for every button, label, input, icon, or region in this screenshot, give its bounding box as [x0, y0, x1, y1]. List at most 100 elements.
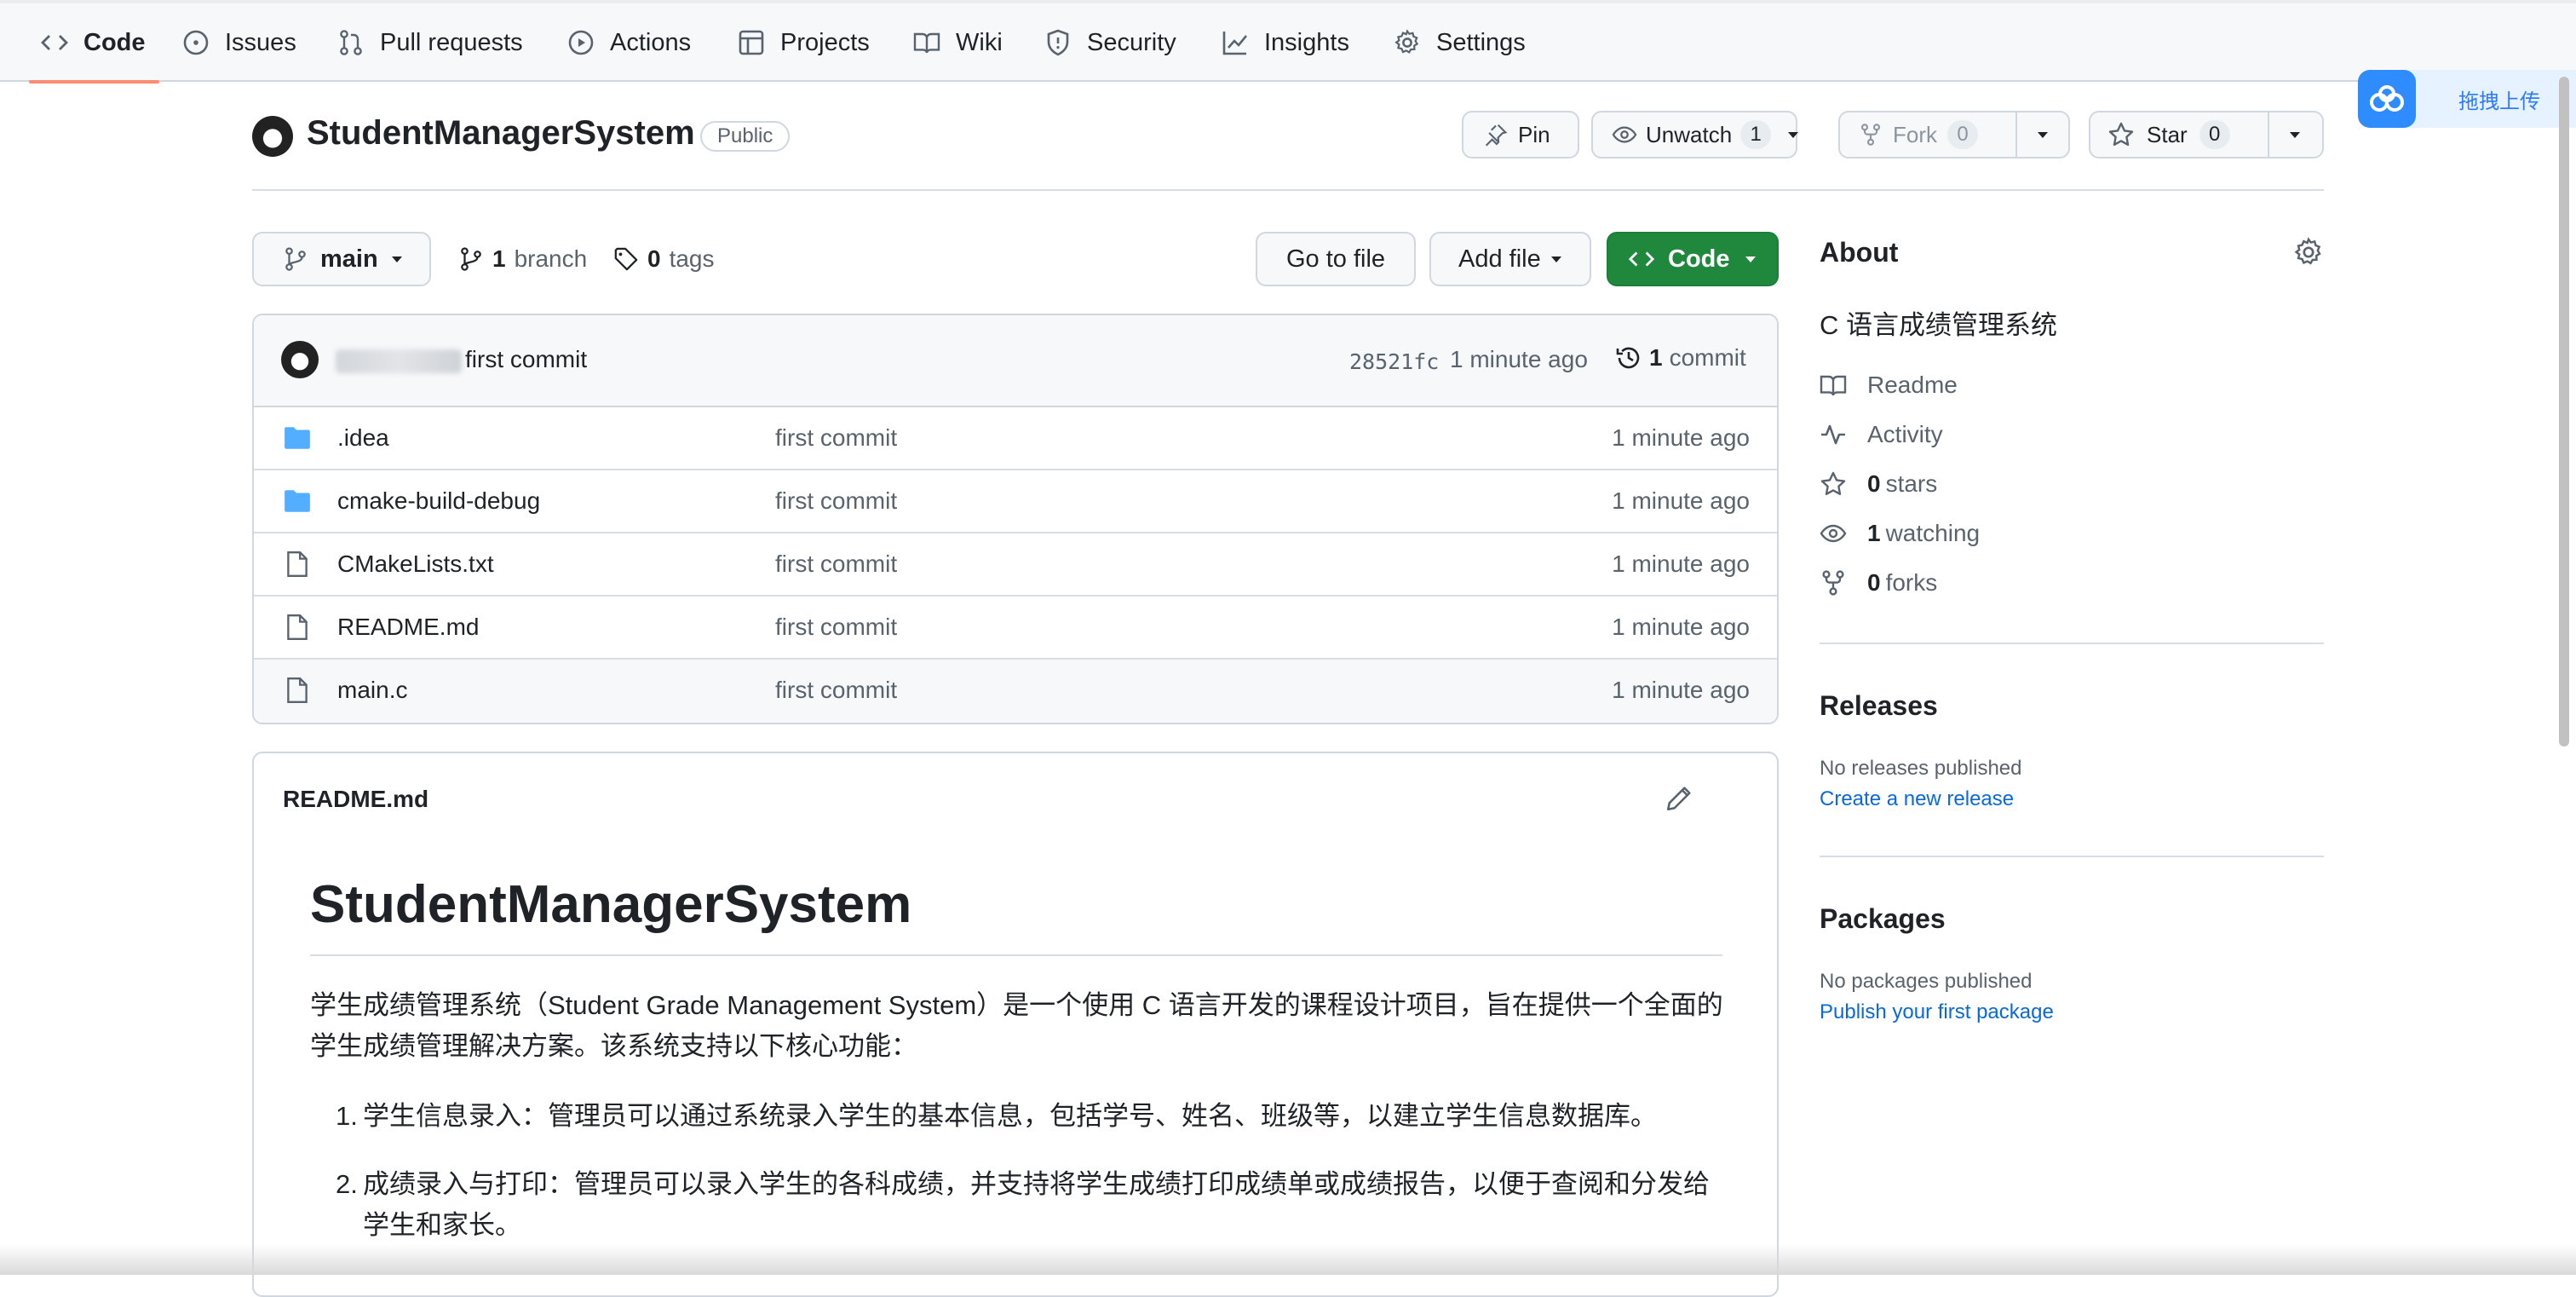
list-text: 成绩录入与打印：管理员可以录入学生的各科成绩，并支持将学生成绩打印成绩单或成绩报… [363, 1169, 1710, 1240]
commit-history-link[interactable]: 1 commit [1615, 344, 1746, 372]
fork-icon [1859, 123, 1883, 147]
go-to-file-button[interactable]: Go to file [1256, 232, 1416, 286]
forks-link[interactable]: 0 forks [1820, 566, 1937, 600]
gear-icon[interactable] [2293, 237, 2324, 268]
tab-insights[interactable]: Insights [1222, 3, 1349, 82]
latest-commit-message[interactable]: first commit [465, 346, 587, 373]
releases-heading[interactable]: Releases [1820, 690, 1938, 722]
fork-button[interactable]: Fork 0 [1840, 112, 2015, 157]
list-text: 学生信息录入：管理员可以通过系统录入学生的基本信息，包括学号、姓名、班级等，以建… [363, 1101, 1657, 1131]
file-time: 1 minute ago [1612, 551, 1750, 577]
file-name[interactable]: README.md [337, 614, 479, 641]
tab-actions[interactable]: Actions [567, 3, 691, 82]
bottom-shadow [0, 1244, 2576, 1275]
add-file-button[interactable]: Add file [1429, 232, 1591, 286]
caret-down-icon [390, 255, 404, 263]
branches-link[interactable]: 1 branch [458, 242, 587, 276]
fork-count: 0 [1947, 120, 1978, 149]
drag-upload-widget[interactable]: 拖拽上传 [2358, 70, 2576, 128]
tab-issues[interactable]: Issues [182, 3, 296, 82]
file-name[interactable]: .idea [337, 424, 389, 452]
stars-link[interactable]: 0 stars [1820, 467, 1937, 501]
repo-name[interactable]: StudentManagerSystem [307, 114, 695, 153]
file-row[interactable]: README.md first commit 1 minute ago [254, 597, 1777, 660]
star-button[interactable]: Star 0 [2090, 112, 2268, 157]
tab-pull-requests[interactable]: Pull requests [337, 3, 523, 82]
readme-link[interactable]: Readme [1820, 368, 1958, 402]
tab-label: Issues [225, 28, 296, 56]
star-count: 0 [2199, 120, 2230, 149]
pin-button[interactable]: Pin [1462, 111, 1579, 159]
readme-title-rule [310, 954, 1722, 956]
create-release-link[interactable]: Create a new release [1820, 787, 2014, 811]
shield-icon [1044, 29, 1072, 56]
file-commit-message[interactable]: first commit [775, 551, 897, 578]
file-row[interactable]: cmake-build-debug first commit 1 minute … [254, 470, 1777, 533]
tab-label: Pull requests [380, 28, 523, 56]
file-row[interactable]: main.c first commit 1 minute ago [254, 660, 1777, 723]
sidebar-divider [1820, 856, 2324, 857]
repo-description: C 语言成绩管理系统 [1820, 310, 2057, 340]
releases-empty-text: No releases published [1820, 757, 2022, 780]
owner-avatar[interactable] [252, 116, 293, 157]
fork-button-group: Fork 0 [1838, 111, 2070, 159]
pull-request-icon [337, 29, 365, 56]
folder-icon [283, 487, 312, 516]
tag-count: 0 [647, 245, 661, 272]
code-icon [41, 29, 68, 56]
file-time: 1 minute ago [1612, 614, 1750, 640]
fork-dropdown[interactable] [2017, 112, 2068, 157]
unwatch-label: Unwatch [1646, 121, 1733, 147]
watching-count: 1 [1867, 520, 1881, 546]
file-row[interactable]: .idea first commit 1 minute ago [254, 407, 1777, 470]
unwatch-button[interactable]: Unwatch 1 [1591, 111, 1799, 159]
file-commit-message[interactable]: first commit [775, 677, 897, 704]
file-name[interactable]: main.c [337, 677, 407, 704]
tab-code[interactable]: Code [29, 3, 158, 84]
page-scrollbar[interactable] [2559, 77, 2569, 746]
star-button-group: Star 0 [2089, 111, 2324, 159]
visibility-badge: Public [700, 121, 791, 152]
publish-package-link[interactable]: Publish your first package [1820, 1000, 2054, 1024]
branch-name: main [320, 245, 378, 273]
file-row[interactable]: CMakeLists.txt first commit 1 minute ago [254, 533, 1777, 597]
edit-pencil-icon[interactable] [1665, 784, 1693, 813]
tab-projects[interactable]: Projects [738, 3, 870, 82]
tab-label: Settings [1436, 28, 1526, 56]
branch-selector[interactable]: main [252, 232, 431, 286]
caret-down-icon [2288, 130, 2302, 139]
readme-link-label: Readme [1867, 372, 1958, 398]
file-name[interactable]: CMakeLists.txt [337, 551, 494, 578]
branch-count: 1 [492, 245, 506, 272]
file-commit-message[interactable]: first commit [775, 424, 897, 452]
stars-label: stars [1885, 470, 1938, 497]
graph-icon [1222, 29, 1249, 56]
repo-nav: Code Issues Pull requests Actions Projec… [0, 0, 2576, 84]
upload-label: 拖拽上传 [2458, 89, 2540, 113]
tab-settings[interactable]: Settings [1394, 3, 1526, 82]
file-commit-message[interactable]: first commit [775, 487, 897, 515]
file-name[interactable]: cmake-build-debug [337, 487, 540, 515]
play-icon [567, 29, 595, 56]
gear-icon [1394, 29, 1421, 56]
committer-avatar[interactable] [281, 341, 319, 378]
file-icon [283, 676, 312, 705]
tag-icon [613, 246, 639, 272]
tab-wiki[interactable]: Wiki [913, 3, 1003, 82]
tab-label: Security [1087, 28, 1176, 56]
forks-count: 0 [1867, 569, 1881, 596]
packages-heading[interactable]: Packages [1820, 903, 1946, 935]
star-dropdown[interactable] [2269, 112, 2320, 157]
tab-label: Projects [780, 28, 870, 56]
code-dropdown-button[interactable]: Code [1607, 232, 1779, 286]
file-commit-message[interactable]: first commit [775, 614, 897, 641]
pin-icon [1484, 123, 1508, 147]
activity-link[interactable]: Activity [1820, 418, 1943, 452]
tags-link[interactable]: 0 tags [613, 242, 715, 276]
tab-security[interactable]: Security [1044, 3, 1176, 82]
readme-filename[interactable]: README.md [283, 786, 428, 813]
commit-sha[interactable]: 28521fc [1349, 349, 1439, 374]
tab-label: Actions [610, 28, 692, 56]
watching-link[interactable]: 1 watching [1820, 516, 1980, 551]
eye-icon [1612, 122, 1637, 147]
